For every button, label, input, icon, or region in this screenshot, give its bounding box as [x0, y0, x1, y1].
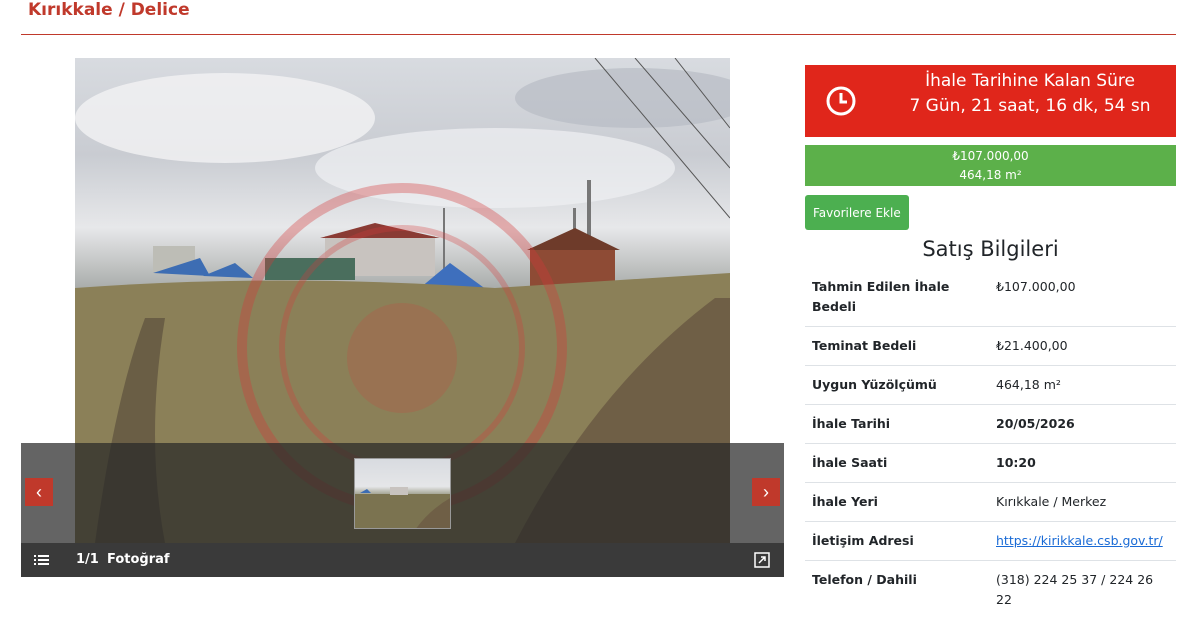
contact-link[interactable]: https://kirikkale.csb.gov.tr/	[996, 533, 1163, 548]
row-label: İletişim Adresi	[805, 521, 990, 561]
row-value: ₺107.000,00	[990, 268, 1176, 327]
row-label: Uygun Yüzölçümü	[805, 365, 990, 405]
row-value: (318) 224 25 37 / 224 26 22	[990, 560, 1176, 618]
list-icon[interactable]	[33, 551, 51, 569]
price-area: 464,18 m²	[959, 168, 1022, 182]
photo-label: Fotoğraf	[107, 552, 170, 567]
chevron-right-icon: ›	[763, 482, 769, 502]
next-photo-button[interactable]: ›	[752, 478, 780, 506]
sales-info-table: Tahmin Edilen İhale Bedeli ₺107.000,00 T…	[805, 268, 1176, 618]
row-label: İhale Yeri	[805, 482, 990, 522]
table-row: İhale Yeri Kırıkkale / Merkez	[805, 482, 1176, 522]
row-label: Teminat Bedeli	[805, 326, 990, 366]
thumbnail[interactable]	[354, 458, 451, 529]
row-label: Telefon / Dahili	[805, 560, 990, 618]
add-favorite-button[interactable]: Favorilere Ekle	[805, 195, 909, 230]
chevron-left-icon: ‹	[36, 482, 42, 502]
price-box: ₺107.000,00 464,18 m²	[805, 145, 1176, 186]
table-row: Tahmin Edilen İhale Bedeli ₺107.000,00	[805, 268, 1176, 327]
clock-icon	[826, 86, 856, 116]
table-row: Uygun Yüzölçümü 464,18 m²	[805, 365, 1176, 405]
table-row: Teminat Bedeli ₺21.400,00	[805, 326, 1176, 366]
row-value: 10:20	[990, 443, 1176, 483]
photo-counter: 1/1	[76, 552, 99, 567]
sales-info-title: Satış Bilgileri	[922, 237, 1059, 261]
page-title: Kırıkkale / Delice	[28, 0, 190, 20]
table-row: İhale Tarihi 20/05/2026	[805, 404, 1176, 444]
row-value-cell: https://kirikkale.csb.gov.tr/	[990, 521, 1176, 561]
table-row: İletişim Adresi https://kirikkale.csb.go…	[805, 521, 1176, 561]
thumbnail-strip	[21, 443, 784, 543]
row-value: 20/05/2026	[990, 404, 1176, 444]
thumbnail-illustration	[355, 487, 450, 528]
row-value: 464,18 m²	[990, 365, 1176, 405]
row-value: ₺21.400,00	[990, 326, 1176, 366]
table-row: İhale Saati 10:20	[805, 443, 1176, 483]
header-divider	[21, 34, 1176, 35]
expand-icon[interactable]	[754, 552, 770, 568]
row-label: Tahmin Edilen İhale Bedeli	[805, 268, 990, 327]
countdown-title: İhale Tarihine Kalan Süre	[925, 71, 1135, 91]
photo-gallery: ‹ › 1/1 Fotoğraf	[21, 58, 784, 578]
countdown-time: 7 Gün, 21 saat, 16 dk, 54 sn	[909, 96, 1151, 116]
row-value: Kırıkkale / Merkez	[990, 482, 1176, 522]
table-row: Telefon / Dahili (318) 224 25 37 / 224 2…	[805, 560, 1176, 618]
row-label: İhale Tarihi	[805, 404, 990, 444]
gallery-footer: 1/1 Fotoğraf	[21, 543, 784, 577]
price-amount: ₺107.000,00	[952, 149, 1029, 163]
row-label: İhale Saati	[805, 443, 990, 483]
page-header: Kırıkkale / Delice	[28, 0, 190, 24]
prev-photo-button[interactable]: ‹	[25, 478, 53, 506]
countdown-box: İhale Tarihine Kalan Süre 7 Gün, 21 saat…	[805, 65, 1176, 137]
